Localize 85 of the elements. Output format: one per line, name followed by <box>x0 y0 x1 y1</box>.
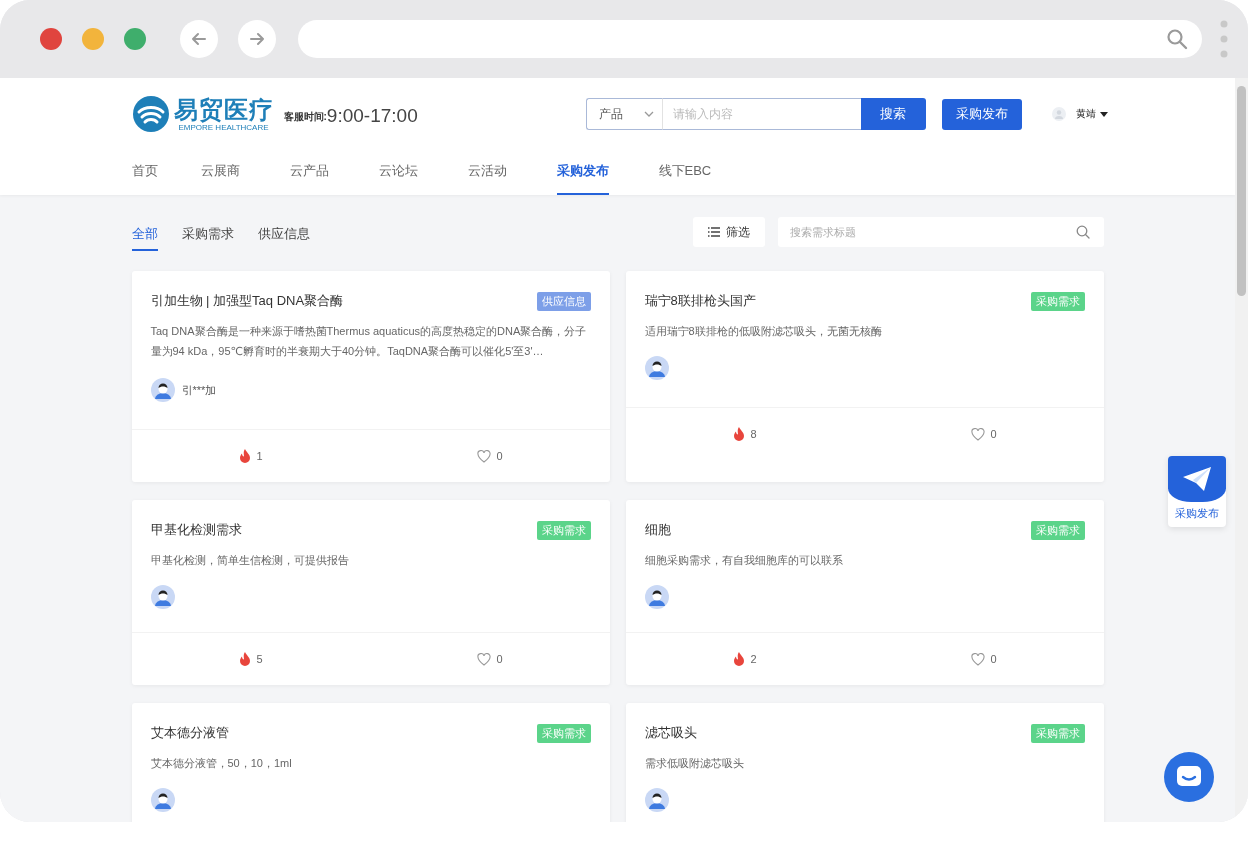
card-title: 瑞宁8联排枪头国产 <box>644 292 756 310</box>
scrollbar-thumb[interactable] <box>1237 86 1246 296</box>
avatar-icon <box>150 788 175 812</box>
category-tag: 供应信息 <box>536 291 591 311</box>
card-description: 甲基化检测，简单生信检测，可提供报告 <box>150 553 350 568</box>
heart-icon <box>477 652 492 666</box>
logo-subtitle: EMPORE HEALTHCARE <box>178 122 269 132</box>
category-dropdown[interactable]: 产品 <box>585 98 662 130</box>
logo-icon <box>131 95 170 133</box>
search-icon <box>1075 225 1090 239</box>
post-card[interactable]: 引加生物 | 加强型Taq DNA聚合酶 供应信息 Taq DNA聚合酶是一种来源于嗜热菌Thermus aquaticus的高度热稳定的DNA聚合酶，分子量为94 kDa，95℃孵育时的半衰期大于40分钟。TaqDNA聚合酶可以催化5'至3'… 引***加 1 0 <box>131 271 610 482</box>
like-count: 0 <box>496 653 503 665</box>
close-dot[interactable] <box>40 28 62 50</box>
avatar-icon <box>644 585 669 609</box>
post-card[interactable]: 滤芯吸头 采购需求 需求低吸附滤芯吸头 <box>625 703 1104 822</box>
heart-icon <box>971 652 986 666</box>
category-tag: 采购需求 <box>1030 291 1085 311</box>
like-count: 0 <box>990 428 997 440</box>
forward-button[interactable] <box>238 20 276 58</box>
nav-tab[interactable]: 云活动 <box>467 148 507 195</box>
avatar-icon <box>150 378 175 402</box>
card-description: 适用瑞宁8联排枪的低吸附滤芯吸头，无菌无核酶 <box>644 324 883 339</box>
nav-tab[interactable]: 云论坛 <box>378 148 418 195</box>
post-card[interactable]: 细胞 采购需求 细胞采购需求，有自我细胞库的可以联系 2 0 <box>625 500 1104 685</box>
nav-tab[interactable]: 云展商 <box>200 148 240 195</box>
filter-tab[interactable]: 供应信息 <box>257 217 310 251</box>
nav-tab[interactable]: 采购发布 <box>556 148 609 195</box>
title-search-field[interactable]: 搜索需求标题 <box>777 217 1104 247</box>
avatar-icon <box>644 788 669 812</box>
publish-button[interactable]: 采购发布 <box>941 98 1022 130</box>
nav-tab[interactable]: 首页 <box>131 148 158 195</box>
category-tag: 采购需求 <box>1030 520 1085 540</box>
view-count: 1 <box>256 450 263 462</box>
filter-button[interactable]: 筛选 <box>692 217 765 247</box>
service-hours: 9:00-17:00 <box>326 105 418 127</box>
nav-tab[interactable]: 线下EBC <box>658 148 712 195</box>
more-icon[interactable] <box>1220 19 1228 59</box>
card-title: 细胞 <box>644 521 671 539</box>
avatar-icon <box>644 356 669 380</box>
back-button[interactable] <box>180 20 218 58</box>
avatar-icon <box>150 585 175 609</box>
search-input[interactable]: 请输入内容 <box>661 98 861 130</box>
card-title: 滤芯吸头 <box>644 724 697 742</box>
category-tag: 采购需求 <box>1030 723 1085 743</box>
logo-text: 易贸医疗 <box>173 96 274 123</box>
card-description: 细胞采购需求，有自我细胞库的可以联系 <box>644 553 844 568</box>
flame-icon <box>733 427 746 441</box>
list-icon <box>707 227 720 237</box>
card-title: 引加生物 | 加强型Taq DNA聚合酶 <box>150 292 344 310</box>
minimize-dot[interactable] <box>82 28 104 50</box>
view-count: 8 <box>750 428 757 440</box>
card-title: 甲基化检测需求 <box>150 521 242 539</box>
publish-float-button[interactable]: 采购发布 <box>1168 456 1226 527</box>
card-title: 艾本德分液管 <box>150 724 229 742</box>
heart-icon <box>971 427 986 441</box>
chevron-down-icon <box>643 111 654 117</box>
chat-icon[interactable] <box>1164 752 1214 802</box>
category-tag: 采购需求 <box>536 723 591 743</box>
nav-tab[interactable]: 云产品 <box>289 148 329 195</box>
user-name: 引***加 <box>181 382 217 398</box>
post-card[interactable]: 瑞宁8联排枪头国产 采购需求 适用瑞宁8联排枪的低吸附滤芯吸头，无菌无核酶 8 0 <box>625 271 1104 482</box>
like-count: 0 <box>496 450 503 462</box>
view-count: 2 <box>750 653 757 665</box>
post-card[interactable]: 艾本德分液管 采购需求 艾本德分液管，50，10，1ml <box>131 703 610 822</box>
view-count: 5 <box>256 653 263 665</box>
card-description: 艾本德分液管，50，10，1ml <box>150 756 293 771</box>
flame-icon <box>239 449 252 463</box>
flame-icon <box>239 652 252 666</box>
avatar-icon <box>1051 107 1066 121</box>
card-description: Taq DNA聚合酶是一种来源于嗜热菌Thermus aquaticus的高度热稳定的DNA聚合酶，分子量为94 kDa，95℃孵育时的半衰期大于40分钟。TaqDNA聚合酶可以催化5'至3'… <box>150 324 588 359</box>
caret-icon <box>1099 111 1108 117</box>
maximize-dot[interactable] <box>124 28 146 50</box>
paper-plane-icon <box>1182 466 1212 492</box>
search-icon <box>1166 28 1188 50</box>
filter-tab[interactable]: 全部 <box>131 217 158 251</box>
category-tag: 采购需求 <box>536 520 591 540</box>
post-card[interactable]: 甲基化检测需求 采购需求 甲基化检测，简单生信检测，可提供报告 5 0 <box>131 500 610 685</box>
user-menu[interactable]: 黄靖 <box>1075 107 1108 121</box>
card-description: 需求低吸附滤芯吸头 <box>644 756 745 771</box>
service-label: 客服时间: <box>283 110 327 124</box>
like-count: 0 <box>990 653 997 665</box>
flame-icon <box>733 652 746 666</box>
heart-icon <box>477 449 492 463</box>
filter-tab[interactable]: 采购需求 <box>181 217 234 251</box>
search-button[interactable]: 搜索 <box>860 98 926 130</box>
